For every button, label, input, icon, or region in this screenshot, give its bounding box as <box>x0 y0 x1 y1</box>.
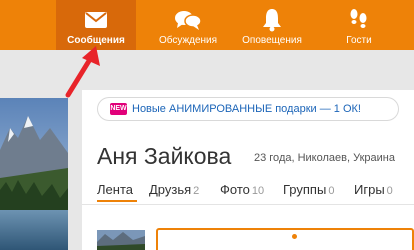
tab-photos-count: 10 <box>251 185 265 197</box>
tab-groups-label: Группы <box>283 182 327 197</box>
nav-guests[interactable]: Гости <box>320 0 398 50</box>
tab-games-count: 0 <box>386 185 393 197</box>
envelope-icon <box>85 12 107 28</box>
nav-discussions-label: Обсуждения <box>158 35 218 46</box>
tab-feed[interactable]: Лента <box>97 182 133 198</box>
nav-notifications-label: Оповещения <box>242 35 302 46</box>
tab-friends-count: 2 <box>193 185 200 197</box>
footprints-icon <box>350 9 367 28</box>
tab-games-label: Игры <box>354 182 385 197</box>
tab-friends[interactable]: Друзья 2 <box>149 182 199 199</box>
tab-friends-label: Друзья <box>149 182 192 197</box>
post-input-marker <box>292 234 297 239</box>
nav-notifications[interactable]: Оповещения <box>232 0 312 50</box>
nav-guests-label: Гости <box>346 35 372 46</box>
promo-text[interactable]: Новые АНИМИРОВАННЫЕ подарки — 1 ОК! <box>132 102 361 116</box>
tab-photos-label: Фото <box>220 182 250 197</box>
new-badge: NEW <box>110 103 127 115</box>
nav-discussions[interactable]: Обсуждения <box>146 0 230 50</box>
post-input[interactable] <box>156 228 414 250</box>
active-tab-indicator <box>97 200 137 202</box>
tab-games[interactable]: Игры 0 <box>354 182 393 199</box>
tab-feed-label: Лента <box>97 182 133 197</box>
promo-banner[interactable]: NEW Новые АНИМИРОВАННЫЕ подарки — 1 ОК! <box>98 98 398 120</box>
tabs-divider <box>82 204 414 205</box>
avatar[interactable] <box>97 230 145 250</box>
tab-photos[interactable]: Фото 10 <box>220 182 264 199</box>
annotation-arrow <box>65 46 100 98</box>
profile-name: Аня Зайкова <box>97 143 232 169</box>
profile-photo[interactable] <box>0 98 68 250</box>
bell-icon <box>263 9 281 32</box>
profile-meta: 23 года, Николаев, Украина <box>254 152 395 164</box>
speech-bubbles-icon <box>175 11 202 30</box>
tab-groups[interactable]: Группы 0 <box>283 182 334 199</box>
tab-groups-count: 0 <box>328 185 335 197</box>
